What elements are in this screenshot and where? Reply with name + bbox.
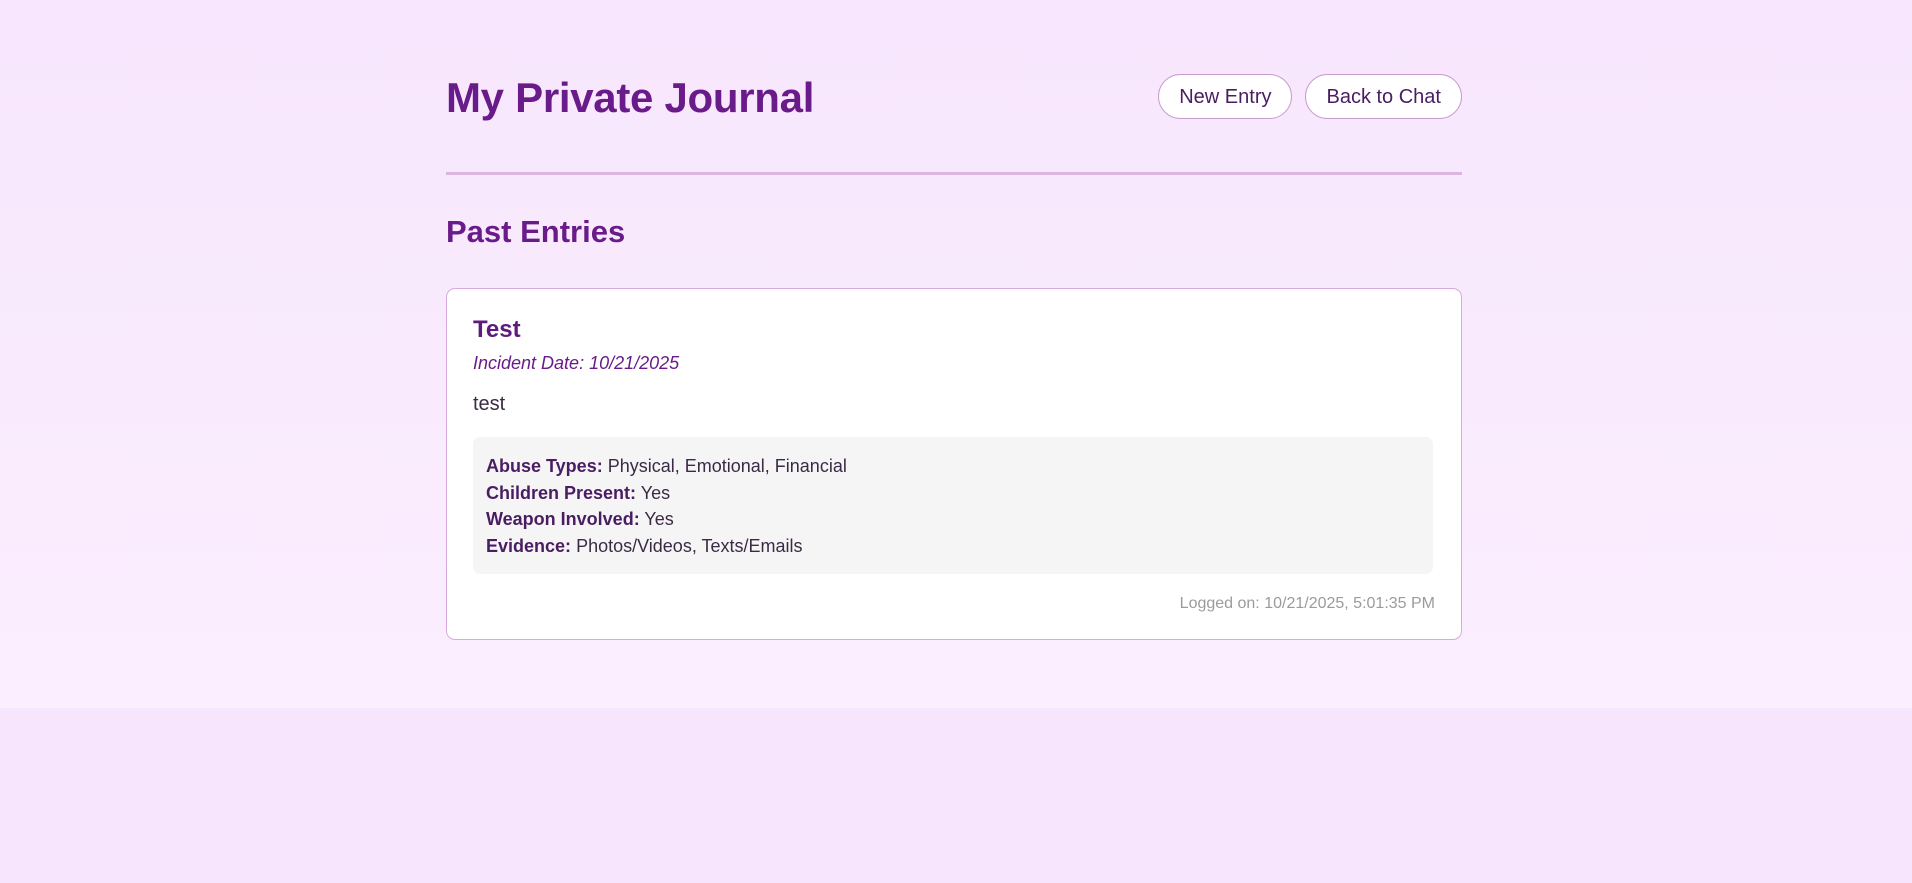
detail-value: Photos/Videos, Texts/Emails <box>576 535 803 556</box>
journal-entry-card: Test Incident Date: 10/21/2025 test Abus… <box>446 288 1462 640</box>
detail-label: Children Present: <box>486 482 637 503</box>
detail-value: Yes <box>640 482 671 503</box>
header-actions: New Entry Back to Chat <box>1158 74 1462 119</box>
journal-container: My Private Journal New Entry Back to Cha… <box>446 0 1462 640</box>
detail-value: Yes <box>644 509 674 529</box>
incident-date-value: 10/21/2025 <box>589 353 680 373</box>
entry-title: Test <box>473 316 521 343</box>
incident-date-label: Incident Date: <box>473 353 585 373</box>
detail-row-children-present: Children Present: Yes <box>486 480 1420 507</box>
detail-row-abuse-types: Abuse Types: Physical, Emotional, Financ… <box>486 453 1420 480</box>
detail-label: Abuse Types: <box>486 456 603 476</box>
detail-row-weapon-involved: Weapon Involved: Yes <box>486 506 1420 533</box>
logged-on-value: 10/21/2025, 5:01:35 PM <box>1264 595 1435 612</box>
page-title: My Private Journal <box>446 74 815 121</box>
logged-on-label: Logged on: <box>1179 595 1260 612</box>
detail-row-evidence: Evidence: Photos/Videos, Texts/Emails <box>486 533 1420 560</box>
new-entry-button[interactable]: New Entry <box>1158 74 1293 119</box>
incident-date: Incident Date: 10/21/2025 <box>473 352 679 374</box>
detail-label: Weapon Involved: <box>486 509 640 529</box>
entry-body: test <box>473 393 506 415</box>
detail-label: Evidence: <box>486 535 572 556</box>
back-to-chat-button[interactable]: Back to Chat <box>1305 74 1462 119</box>
journal-header: My Private Journal New Entry Back to Cha… <box>446 0 1462 175</box>
logged-on-timestamp: Logged on: 10/21/2025, 5:01:35 PM <box>1180 594 1435 614</box>
detail-value: Physical, Emotional, Financial <box>607 456 847 476</box>
entry-details: Abuse Types: Physical, Emotional, Financ… <box>473 437 1433 574</box>
past-entries-title: Past Entries <box>446 214 626 249</box>
